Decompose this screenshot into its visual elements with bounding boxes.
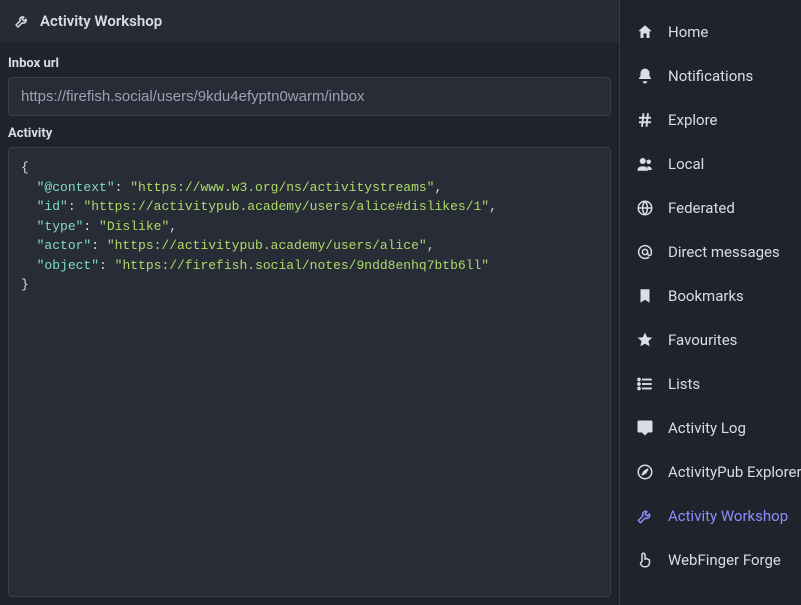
nav-item-explore[interactable]: Explore <box>620 98 801 142</box>
nav-item-label: Direct messages <box>668 243 780 261</box>
inbox-field: Inbox url <box>8 56 611 116</box>
nav-item-local[interactable]: Local <box>620 142 801 186</box>
chat-icon <box>636 419 654 437</box>
nav-item-label: Local <box>668 155 704 173</box>
inbox-label: Inbox url <box>8 56 611 71</box>
globe-icon <box>636 199 654 217</box>
nav-item-label: Favourites <box>668 331 737 349</box>
point-icon <box>636 551 654 569</box>
nav-item-lists[interactable]: Lists <box>620 362 801 406</box>
nav-item-label: Activity Workshop <box>668 507 788 525</box>
nav-item-label: Home <box>668 23 708 41</box>
nav-item-home[interactable]: Home <box>620 10 801 54</box>
activity-field: Activity { "@context": "https://www.w3.o… <box>8 126 611 597</box>
nav-item-direct-messages[interactable]: Direct messages <box>620 230 801 274</box>
activity-editor[interactable]: { "@context": "https://www.w3.org/ns/act… <box>8 147 611 597</box>
at-icon <box>636 243 654 261</box>
nav-item-label: Explore <box>668 111 718 129</box>
nav-item-bookmarks[interactable]: Bookmarks <box>620 274 801 318</box>
page-title: Activity Workshop <box>40 12 162 30</box>
home-icon <box>636 23 654 41</box>
nav-item-activity-log[interactable]: Activity Log <box>620 406 801 450</box>
nav-item-label: Lists <box>668 375 700 393</box>
nav-item-activity-workshop[interactable]: Activity Workshop <box>620 494 801 538</box>
nav-item-label: Bookmarks <box>668 287 744 305</box>
nav-item-label: Federated <box>668 199 735 217</box>
inbox-input[interactable] <box>8 77 611 116</box>
star-icon <box>636 331 654 349</box>
nav-item-label: WebFinger Forge <box>668 551 781 569</box>
header: Activity Workshop <box>0 0 619 42</box>
wrench-icon <box>14 13 30 29</box>
wrench-icon <box>636 507 654 525</box>
content: Inbox url Activity { "@context": "https:… <box>0 42 619 605</box>
bookmark-icon <box>636 287 654 305</box>
list-icon <box>636 375 654 393</box>
hashtag-icon <box>636 111 654 129</box>
nav-item-activitypub-explorer[interactable]: ActivityPub Explorer <box>620 450 801 494</box>
sidebar: Home Notifications Explore Local Federated Di… <box>619 0 801 605</box>
bell-icon <box>636 67 654 85</box>
nav-item-label: ActivityPub Explorer <box>668 463 801 481</box>
activity-label: Activity <box>8 126 611 141</box>
compass-icon <box>636 463 654 481</box>
nav-item-webfinger-forge[interactable]: WebFinger Forge <box>620 538 801 582</box>
nav-item-favourites[interactable]: Favourites <box>620 318 801 362</box>
main-panel: Activity Workshop Inbox url Activity { "… <box>0 0 619 605</box>
nav-item-federated[interactable]: Federated <box>620 186 801 230</box>
users-icon <box>636 155 654 173</box>
nav-item-label: Notifications <box>668 67 753 85</box>
nav-item-notifications[interactable]: Notifications <box>620 54 801 98</box>
nav-item-label: Activity Log <box>668 419 746 437</box>
